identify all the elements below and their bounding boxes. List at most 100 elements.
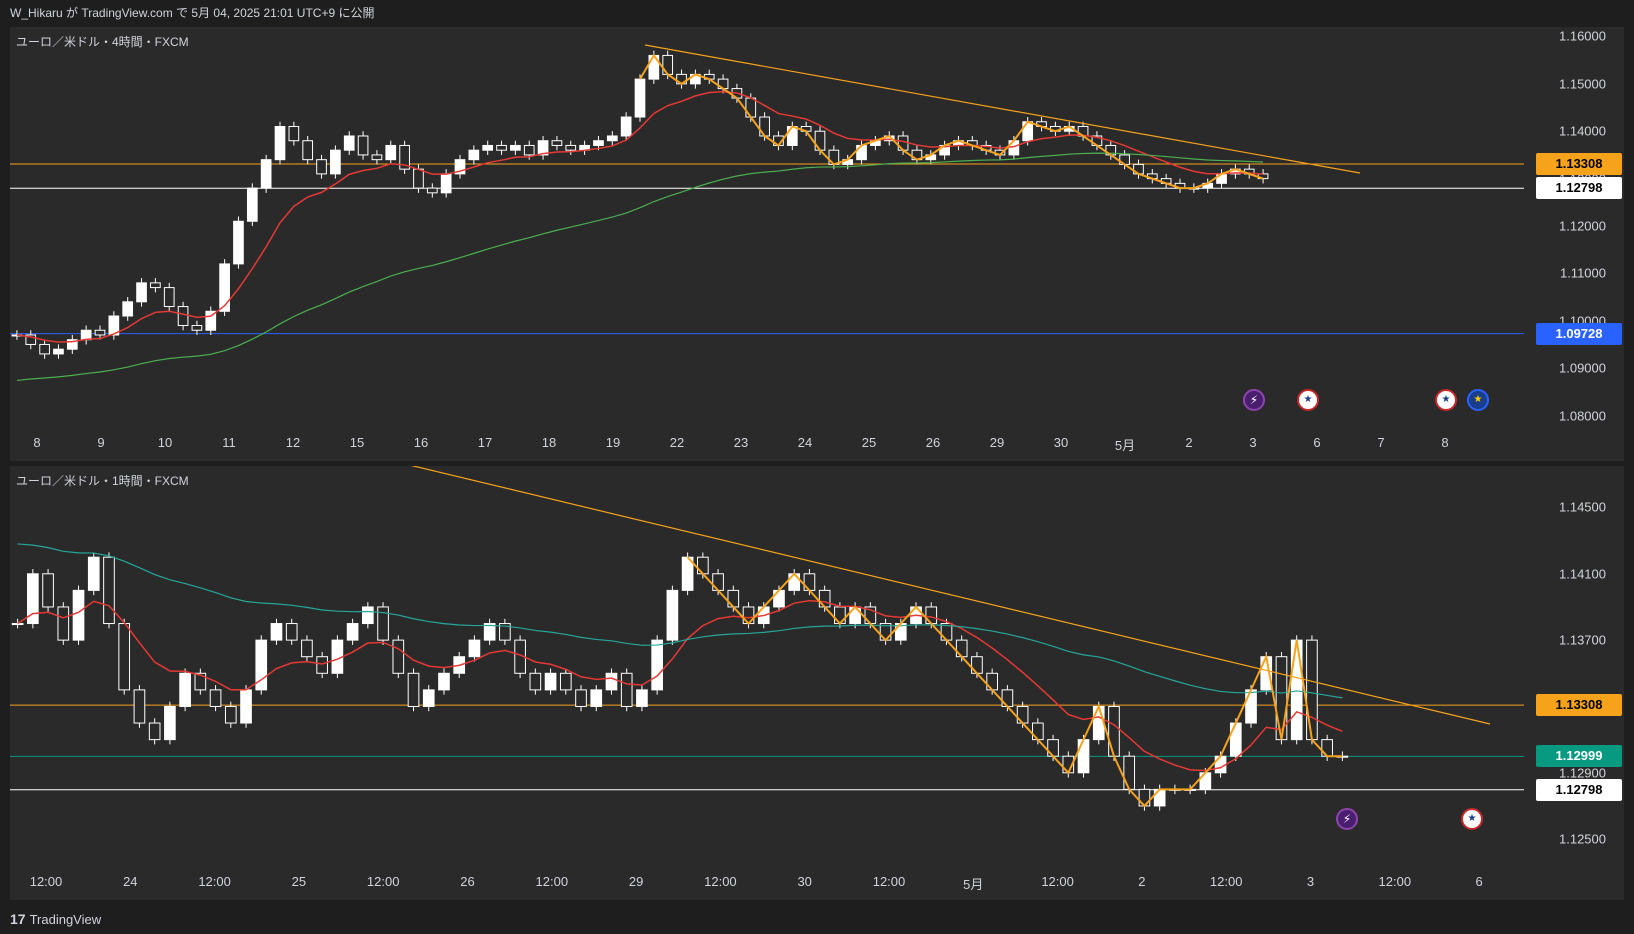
- footer: 17 TradingView: [0, 904, 1634, 934]
- us-flag-icon[interactable]: ★: [1461, 808, 1483, 830]
- candle-body: [413, 168, 424, 189]
- price-tick-label: 1.16000: [1559, 28, 1606, 44]
- candle-body: [150, 282, 161, 289]
- candle-body: [605, 672, 618, 691]
- candle-body: [606, 135, 618, 142]
- time-tick-label: 5月: [1114, 438, 1136, 453]
- chart-plot-1h[interactable]: [10, 466, 1524, 900]
- candle-body: [529, 672, 542, 691]
- time-tick-label: 2: [1138, 874, 1146, 889]
- time-tick-label: 30: [797, 874, 812, 889]
- candle-body: [482, 144, 494, 151]
- candle-body: [786, 126, 798, 146]
- candle-body: [330, 149, 341, 175]
- candle-body: [316, 159, 327, 175]
- time-axis-4h[interactable]: 8 9 10 11 12 15 16 17 18 19 22 23 24 25 26 29 30 5月 2 3 6 7 8: [10, 425, 1524, 461]
- candle-body: [240, 689, 252, 724]
- candle-body: [285, 623, 298, 641]
- candle-body: [1138, 788, 1151, 807]
- candle-body: [316, 656, 328, 674]
- us-flag-icon[interactable]: ★: [1435, 389, 1457, 411]
- candle-body: [122, 301, 134, 317]
- candle-body: [11, 623, 24, 626]
- elliott-wave-line: [639, 53, 1264, 190]
- candle-body: [1275, 656, 1288, 741]
- candle-body: [362, 606, 374, 625]
- time-tick-label: 26: [925, 435, 941, 450]
- candle-body: [94, 329, 106, 336]
- candle-body: [148, 722, 161, 741]
- candle-body: [438, 672, 450, 691]
- time-tick-label: 12:00: [535, 874, 569, 889]
- candle-body: [233, 220, 244, 265]
- candle-body: [191, 325, 203, 331]
- time-tick-label: 9: [97, 435, 105, 450]
- candle-body: [773, 589, 785, 608]
- price-tick-label: 1.12000: [1559, 218, 1606, 234]
- time-tick-label: 3: [1306, 874, 1315, 889]
- us-flag-icon[interactable]: ★: [1297, 389, 1319, 411]
- time-tick-label: 12:00: [1209, 874, 1243, 889]
- candle-body: [636, 689, 648, 707]
- candle-body: [1108, 705, 1120, 757]
- candle-body: [87, 556, 100, 591]
- price-tick-label: 1.14500: [1559, 499, 1606, 515]
- brand-name[interactable]: TradingView: [30, 912, 102, 927]
- moving-average-long: [17, 543, 1343, 699]
- time-tick-label: 3: [1249, 435, 1257, 450]
- candle-body: [788, 573, 801, 591]
- candle-body: [551, 140, 563, 146]
- time-axis-1h[interactable]: 12:00 24 12:00 25 12:00 26 12:00 29 12:00 30 12:00…: [10, 864, 1524, 900]
- candle-body: [177, 306, 189, 326]
- time-tick-label: 18: [541, 435, 557, 450]
- time-tick-label: 29: [989, 435, 1005, 450]
- candle-body: [814, 130, 826, 151]
- candle-body: [1022, 121, 1034, 142]
- candle-body: [1245, 689, 1257, 724]
- candle-body: [1077, 739, 1090, 774]
- elliott-wave-line: [686, 556, 1343, 808]
- price-level-tag: 1.13308: [1536, 153, 1622, 176]
- candle-body: [1032, 722, 1044, 741]
- chart-pane-4h[interactable]: ユーロ／米ドル・4時間・FXCM 1.16000 1.15000 1.14000 1.…: [10, 27, 1624, 461]
- candle-body: [523, 144, 535, 156]
- time-tick-label: 12:00: [1378, 874, 1412, 889]
- candle-body: [849, 606, 861, 625]
- eu-flag-icon[interactable]: ★: [1467, 389, 1489, 411]
- time-tick-label: 19: [605, 435, 621, 450]
- candle-body: [727, 589, 740, 608]
- candle-body: [759, 116, 770, 137]
- time-tick-label: 12:00: [366, 874, 400, 889]
- time-tick-label: 11: [222, 435, 236, 450]
- candle-body: [496, 144, 507, 151]
- candle-body: [53, 348, 64, 355]
- time-tick-label: 29: [628, 874, 644, 889]
- candle-body: [72, 589, 85, 641]
- candle-body: [343, 135, 355, 151]
- candle-body: [1016, 705, 1029, 724]
- time-tick-label: 15: [349, 435, 365, 450]
- candle-body: [57, 606, 70, 641]
- price-axis-4h[interactable]: 1.160001.150001.140001.130001.120001.110…: [1524, 27, 1624, 461]
- moving-average-long: [16, 152, 1264, 382]
- candle-body: [246, 187, 258, 222]
- candle-body: [468, 149, 480, 161]
- price-tick-label: 1.09000: [1559, 360, 1606, 376]
- lightning-bolt-icon[interactable]: ⚡: [1243, 389, 1265, 411]
- time-tick-label: 7: [1377, 435, 1385, 450]
- lightning-bolt-icon[interactable]: ⚡: [1336, 808, 1358, 830]
- candle-body: [593, 140, 604, 146]
- time-tick-label: 12: [285, 435, 301, 450]
- price-axis-1h[interactable]: 1.145001.141001.137001.133001.129001.125…: [1524, 466, 1624, 900]
- candle-body: [745, 97, 757, 118]
- tradingview-logo-icon[interactable]: 17: [10, 911, 26, 927]
- candle-body: [468, 639, 481, 658]
- price-tick-label: 1.12500: [1559, 831, 1606, 847]
- candle-body: [224, 705, 237, 724]
- candle-body: [103, 556, 115, 625]
- candle-body: [575, 689, 587, 707]
- chart-pane-1h[interactable]: ユーロ／米ドル・1時間・FXCM 1.14500 1.14100 1.13700 1.…: [10, 466, 1624, 900]
- time-tick-label: 5月: [963, 877, 984, 892]
- candle-body: [697, 556, 709, 575]
- moving-average-red: [17, 599, 1343, 772]
